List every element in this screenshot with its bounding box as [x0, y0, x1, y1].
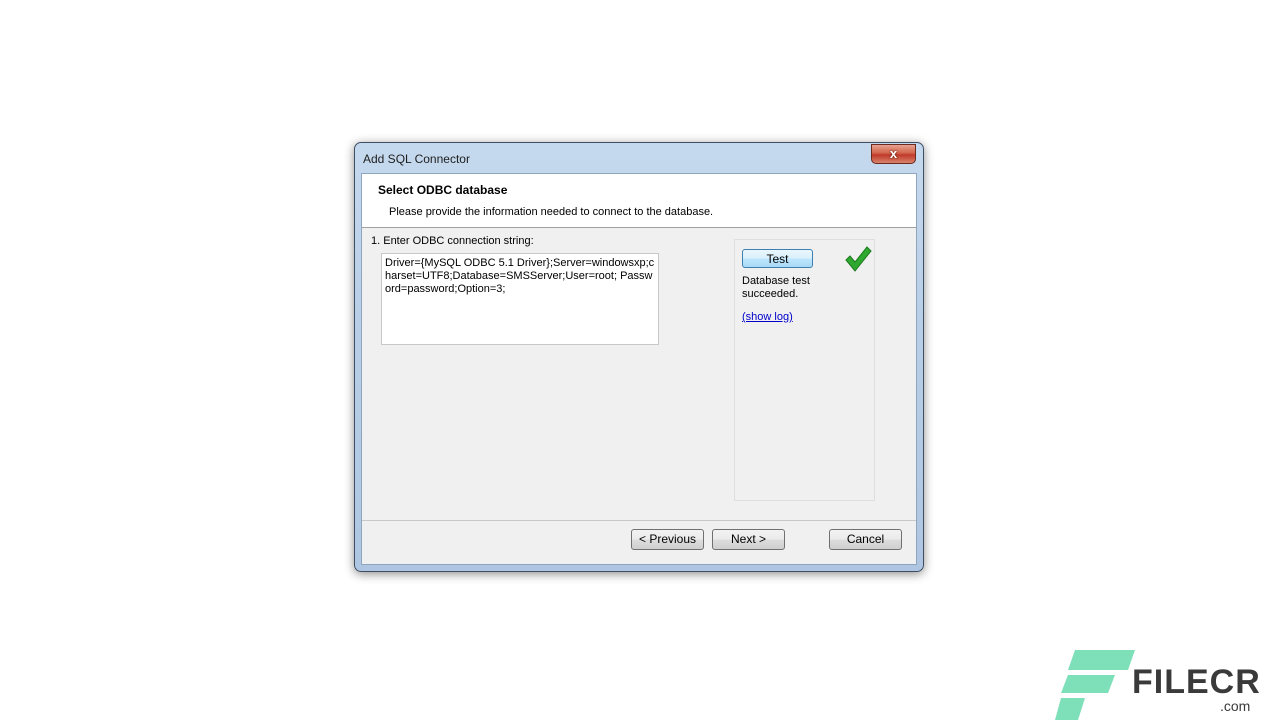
- window-title: Add SQL Connector: [363, 152, 470, 166]
- show-log-link[interactable]: (show log): [742, 311, 793, 323]
- previous-button[interactable]: < Previous: [631, 529, 704, 550]
- test-result-text: Database test succeeded.: [742, 275, 810, 300]
- next-button[interactable]: Next >: [712, 529, 785, 550]
- watermark-domain: .com: [1220, 698, 1251, 714]
- connection-string-input[interactable]: Driver={MySQL ODBC 5.1 Driver};Server=wi…: [381, 253, 659, 345]
- page-subtitle: Please provide the information needed to…: [389, 206, 714, 218]
- test-panel: Test Database test succeeded. (show log): [734, 239, 875, 501]
- dialog-body: Select ODBC database Please provide the …: [361, 173, 917, 565]
- footer-divider: [362, 520, 916, 521]
- watermark-brand: FILECR: [1132, 663, 1261, 701]
- cancel-button[interactable]: Cancel: [829, 529, 902, 550]
- connection-string-label: 1. Enter ODBC connection string:: [371, 235, 534, 247]
- page-title: Select ODBC database: [378, 183, 508, 197]
- wizard-header: Select ODBC database Please provide the …: [362, 174, 916, 228]
- filecr-logo-icon: [1055, 650, 1135, 720]
- test-button[interactable]: Test: [742, 249, 813, 268]
- filecr-watermark: FILECR .com: [1055, 650, 1270, 720]
- checkmark-icon: [845, 246, 872, 272]
- add-sql-connector-dialog: Add SQL Connector x Select ODBC database…: [354, 142, 924, 572]
- close-button[interactable]: x: [871, 144, 916, 164]
